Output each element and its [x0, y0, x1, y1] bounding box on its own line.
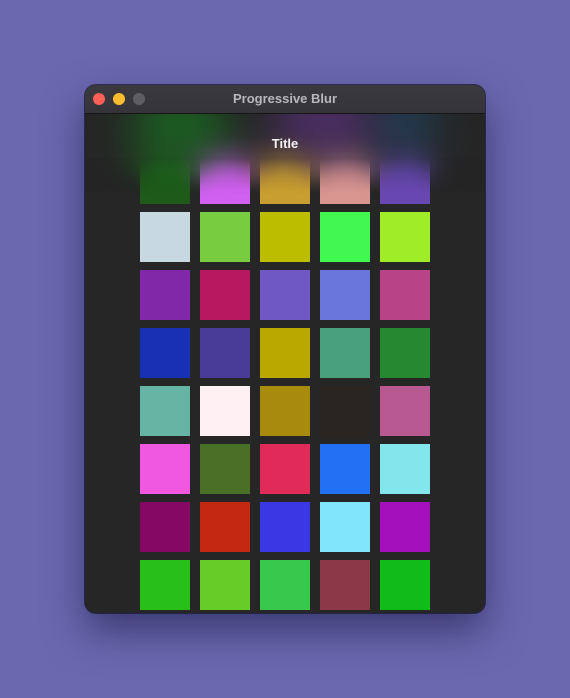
nav-title: Title [271, 136, 299, 151]
color-tile [140, 212, 190, 262]
color-tile [260, 386, 310, 436]
color-tile [320, 212, 370, 262]
color-tile [260, 444, 310, 494]
color-tile [320, 270, 370, 320]
color-tile [200, 328, 250, 378]
color-tile [140, 560, 190, 610]
scroll-content[interactable]: Title [85, 114, 485, 613]
color-tile [200, 560, 250, 610]
color-tile [320, 502, 370, 552]
color-tile [380, 212, 430, 262]
color-tile [140, 444, 190, 494]
color-tile [380, 386, 430, 436]
color-tile [140, 502, 190, 552]
color-tile [200, 386, 250, 436]
color-tile [140, 386, 190, 436]
color-tile [320, 560, 370, 610]
color-tile [260, 270, 310, 320]
color-tile [260, 560, 310, 610]
color-tile [320, 328, 370, 378]
color-tile [380, 560, 430, 610]
color-tile [200, 502, 250, 552]
color-tile [260, 328, 310, 378]
color-tile [200, 212, 250, 262]
color-tile [200, 444, 250, 494]
color-tile [320, 386, 370, 436]
color-tile [260, 212, 310, 262]
window-title: Progressive Blur [232, 91, 338, 106]
color-tile [380, 502, 430, 552]
color-tile [380, 270, 430, 320]
title-bar[interactable]: Progressive Blur [85, 85, 485, 114]
color-tile [380, 444, 430, 494]
color-tile [140, 270, 190, 320]
app-window: Progressive Blur Title [85, 85, 485, 613]
color-tile [380, 328, 430, 378]
color-tile [140, 328, 190, 378]
color-tile [320, 444, 370, 494]
color-tile [200, 270, 250, 320]
color-tile [260, 502, 310, 552]
progressive-blur-overlay [85, 114, 485, 194]
